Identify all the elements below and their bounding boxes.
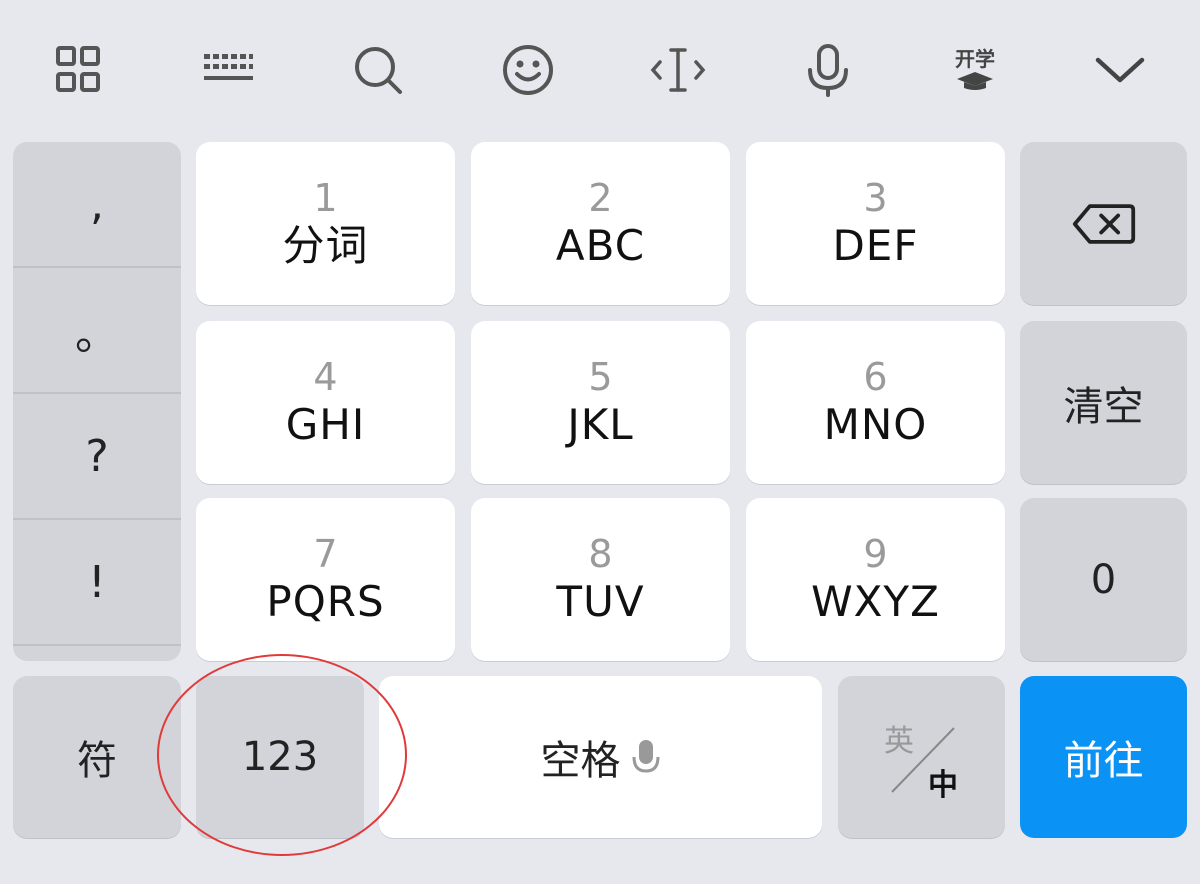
key-number: 2 [588,175,613,220]
clear-label: 清空 [1063,383,1144,430]
key-letters: WXYZ [811,576,940,626]
punct-exclamation[interactable]: ! [13,520,181,646]
emoji-icon[interactable] [498,40,558,100]
go-button[interactable]: 前往 [1020,676,1187,838]
key-letters: TUV [556,576,645,626]
key-number: 4 [313,354,338,399]
punct-comma[interactable]: , [13,142,181,268]
key-letters: GHI [285,399,366,449]
zero-label: 0 [1090,556,1117,603]
key-number: 6 [863,354,888,399]
key-7[interactable]: 7 PQRS [196,498,455,661]
key-number: 5 [588,354,613,399]
key-3[interactable]: 3 DEF [746,142,1005,305]
keyboard-icon[interactable] [198,40,258,100]
key-letters: ABC [555,220,646,270]
numbers-button[interactable]: 123 [196,676,364,838]
key-0[interactable]: 0 [1020,498,1187,661]
key-8[interactable]: 8 TUV [471,498,730,661]
study-icon[interactable]: 开学 [945,40,1005,100]
search-icon[interactable] [348,40,408,100]
punct-question[interactable]: ? [13,394,181,520]
symbols-button[interactable]: 符 [13,676,181,838]
key-letters: MNO [823,399,928,449]
key-letters: DEF [832,220,919,270]
key-number: 8 [588,531,613,576]
symbols-label: 符 [77,738,117,784]
go-label: 前往 [1063,738,1144,784]
punct-period[interactable]: 。 [13,268,181,394]
key-9[interactable]: 9 WXYZ [746,498,1005,661]
keyboard-toolbar: 开学 [0,0,1200,140]
space-label: 空格 [540,738,621,784]
backspace-icon [1072,203,1135,244]
clear-button[interactable]: 清空 [1020,321,1187,484]
key-5[interactable]: 5 JKL [471,321,730,484]
key-letters: 分词 [282,220,369,270]
key-letters: PQRS [266,576,385,626]
key-number: 3 [863,175,888,220]
key-6[interactable]: 6 MNO [746,321,1005,484]
study-label: 开学 [955,47,995,71]
lang-bottom-label: 中 [928,768,958,803]
key-number: 1 [313,175,338,220]
key-4[interactable]: 4 GHI [196,321,455,484]
language-toggle-button[interactable]: 英 中 [838,676,1005,838]
microphone-icon[interactable] [798,40,858,100]
backspace-button[interactable] [1020,142,1187,305]
space-button[interactable]: 空格 [379,676,822,838]
key-1[interactable]: 1 分词 [196,142,455,305]
key-2[interactable]: 2 ABC [471,142,730,305]
apps-grid-icon[interactable] [48,40,108,100]
numbers-label: 123 [241,734,319,780]
punctuation-column: , 。 ? ! [13,142,181,661]
microphone-icon [632,740,659,773]
collapse-chevron-icon[interactable] [1090,40,1150,100]
key-number: 9 [863,531,888,576]
cursor-icon[interactable] [648,40,708,100]
key-number: 7 [313,531,338,576]
key-letters: JKL [567,399,634,449]
